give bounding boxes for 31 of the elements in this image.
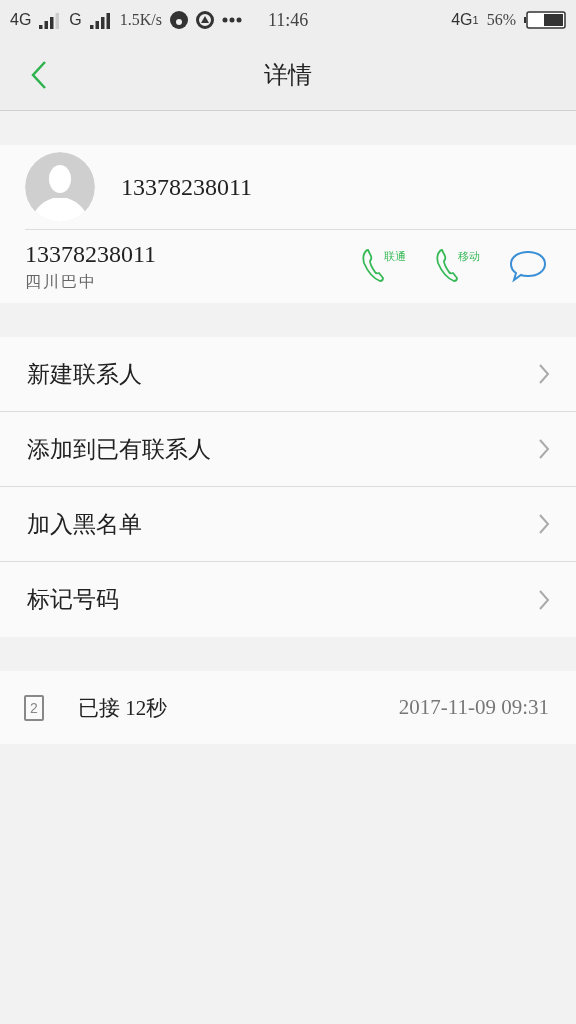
sim-card-icon: 2 (24, 694, 44, 721)
contact-name: 13378238011 (121, 173, 253, 201)
number-location: 四川巴中 (25, 271, 98, 292)
menu-item[interactable]: 添加到已有联系人 (0, 412, 576, 487)
chevron-right-icon (538, 588, 550, 611)
signal-icon (89, 11, 112, 29)
app-icon (196, 11, 215, 29)
chevron-right-icon (538, 438, 550, 460)
network-type: 4G (451, 11, 473, 29)
menu-item[interactable]: 新建联系人 (0, 337, 576, 412)
signal-icon (39, 11, 62, 29)
network-type: G (69, 11, 82, 29)
app-icon (170, 11, 189, 29)
phone-number: 13378238011 (25, 240, 158, 268)
chevron-right-icon (538, 513, 550, 535)
clock: 11:46 (268, 9, 309, 31)
battery-icon (524, 11, 566, 29)
message-button[interactable] (508, 248, 548, 285)
more-icon (222, 17, 243, 23)
chevron-right-icon (538, 363, 550, 385)
network-type: 4G (10, 11, 32, 29)
network-speed: 1.5K/s (119, 11, 163, 29)
sim-index: 1 (472, 14, 479, 26)
avatar-icon (25, 152, 95, 222)
call-time: 2017-11-09 09:31 (398, 695, 549, 720)
menu-item[interactable]: 加入黑名单 (0, 487, 576, 562)
menu-item[interactable]: 标记号码 (0, 562, 576, 637)
battery-percent: 56% (486, 11, 516, 29)
back-icon (31, 60, 47, 90)
page-title: 详情 (264, 61, 312, 90)
call-status: 已接 12秒 (78, 694, 169, 722)
